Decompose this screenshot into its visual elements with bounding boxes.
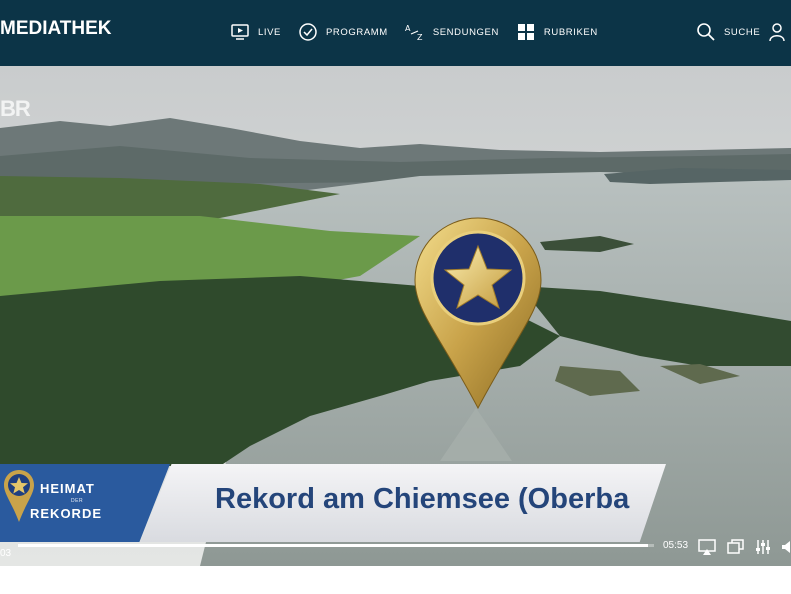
show-name-line1: HEIMAT bbox=[40, 481, 95, 496]
search-label: SUCHE bbox=[724, 26, 761, 38]
nav-programm[interactable]: PROGRAMM bbox=[298, 22, 388, 42]
episode-title-panel: Rekord am Chiemsee (Oberba bbox=[140, 464, 666, 542]
nav-live[interactable]: LIVE bbox=[230, 22, 281, 42]
mediathek-logo[interactable]: MEDIATHEK bbox=[0, 18, 112, 40]
video-player[interactable]: BR HEIMAT DER REKORDE Rekord am Chiemsee… bbox=[0, 66, 791, 566]
picture-in-picture-icon[interactable] bbox=[727, 538, 745, 556]
episode-title: Rekord am Chiemsee (Oberba bbox=[215, 483, 630, 515]
nav-sendungen-label: SENDUNGEN bbox=[432, 26, 499, 38]
svg-text:Z: Z bbox=[417, 33, 423, 42]
search-icon bbox=[697, 23, 715, 41]
top-navigation-bar: MEDIATHEK LIVE PROGRAMM A Z SENDUNGEN RU… bbox=[0, 0, 791, 66]
airplay-icon[interactable] bbox=[698, 538, 716, 556]
nav-rubriken-label: RUBRIKEN bbox=[543, 26, 598, 38]
user-icon bbox=[769, 23, 785, 42]
settings-sliders-icon[interactable] bbox=[754, 538, 772, 556]
show-name-line2: REKORDE bbox=[30, 506, 103, 521]
current-time: 03 bbox=[0, 548, 12, 559]
br-watermark: BR bbox=[0, 96, 31, 121]
svg-text:A: A bbox=[405, 24, 411, 33]
progress-fill bbox=[18, 544, 648, 547]
duration: 05:53 bbox=[663, 540, 689, 551]
show-name-der: DER bbox=[71, 498, 84, 504]
a-z-icon: A Z bbox=[405, 24, 423, 42]
nav-programm-label: PROGRAMM bbox=[326, 26, 388, 38]
main-nav: LIVE PROGRAMM A Z SENDUNGEN RUBRIKEN bbox=[230, 22, 615, 42]
progress-bar[interactable] bbox=[18, 544, 654, 547]
search-button[interactable]: SUCHE bbox=[696, 22, 760, 42]
grid-icon bbox=[517, 24, 534, 40]
volume-icon[interactable] bbox=[782, 538, 791, 556]
profile-button[interactable] bbox=[767, 22, 787, 47]
clock-check-icon bbox=[299, 23, 317, 41]
live-tv-icon bbox=[231, 24, 249, 40]
lower-third-banner: HEIMAT DER REKORDE Rekord am Chiemsee (O… bbox=[0, 464, 670, 542]
nav-rubriken[interactable]: RUBRIKEN bbox=[516, 22, 598, 42]
nav-live-label: LIVE bbox=[258, 26, 281, 38]
nav-sendungen[interactable]: A Z SENDUNGEN bbox=[405, 22, 499, 42]
